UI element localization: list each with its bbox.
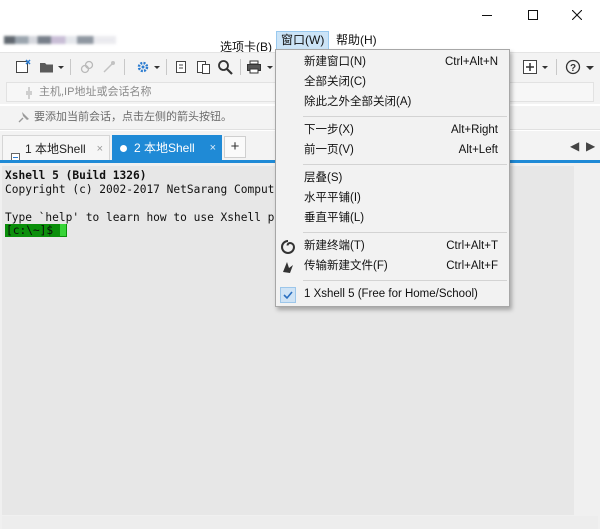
prompt-text: [c:\~]$: [6, 224, 60, 237]
menu-window[interactable]: 窗口(W): [276, 31, 330, 50]
paste-button[interactable]: [194, 58, 212, 76]
menu-item-label: 下一步(X): [304, 124, 354, 136]
hint-text: 要添加当前会话，点击左侧的箭头按钮。: [34, 111, 232, 123]
close-icon: [572, 10, 582, 20]
disabled-tool-button-2[interactable]: [100, 58, 118, 76]
window-menu-dropdown: 新建窗口(N) Ctrl+Alt+N 全部关闭(C) 除此之外全部关闭(A) 下…: [275, 49, 510, 307]
new-session-icon: [16, 59, 31, 73]
menu-bar: 选项卡(B) 窗口(W) 帮助(H): [0, 30, 600, 54]
printer-icon: [247, 60, 273, 74]
menu-item-label: 水平平铺(I): [304, 192, 361, 204]
new-tab-button[interactable]: +: [224, 136, 246, 158]
transfer-file-icon: [280, 259, 296, 275]
paste-icon: [197, 61, 210, 74]
add-button[interactable]: [522, 58, 550, 76]
toolbar-separator: [70, 59, 71, 75]
title-bar: [0, 0, 600, 30]
menu-item-label: 前一页(V): [304, 144, 354, 156]
menu-item-window-xshell5[interactable]: 1 Xshell 5 (Free for Home/School): [277, 284, 508, 305]
gear-icon: [137, 61, 160, 73]
help-button[interactable]: ?: [564, 58, 582, 76]
tab-close-icon[interactable]: ×: [97, 136, 103, 162]
menu-item-close-others[interactable]: 除此之外全部关闭(A): [277, 92, 508, 113]
find-button[interactable]: [216, 58, 234, 76]
minimize-icon: [482, 15, 492, 16]
vertical-scrollbar[interactable]: [576, 166, 598, 515]
menu-item-shortcut: Ctrl+Alt+F: [446, 260, 498, 272]
minimize-button[interactable]: [464, 0, 510, 30]
chevron-down-icon: [586, 66, 594, 70]
open-folder-button[interactable]: [38, 58, 66, 76]
tab-local-shell-2[interactable]: 2 本地Shell ×: [112, 135, 222, 161]
menu-item-tile-vertical[interactable]: 垂直平铺(L): [277, 208, 508, 229]
tab-local-shell-1[interactable]: 1 本地Shell ×: [2, 135, 110, 162]
menu-item-shortcut: Ctrl+Alt+T: [446, 240, 498, 252]
disabled-tool-button[interactable]: [78, 58, 96, 76]
tab-label: 2 本地Shell: [134, 141, 195, 155]
menu-item-label: 1 Xshell 5 (Free for Home/School): [304, 288, 478, 300]
toolbar-separator: [556, 59, 557, 75]
menu-item-new-terminal[interactable]: 新建终端(T) Ctrl+Alt+T: [277, 236, 508, 257]
menu-item-label: 除此之外全部关闭(A): [304, 96, 412, 108]
terminal-line: Type `help' to learn how to use Xshell p…: [5, 211, 288, 224]
settings-button[interactable]: [134, 58, 162, 76]
checkmark-icon: [280, 287, 296, 303]
pin-icon: [18, 111, 30, 126]
menu-item-shortcut: Alt+Left: [458, 144, 498, 156]
menu-item-label: 层叠(S): [304, 172, 343, 184]
terminal-line: Copyright (c) 2002-2017 NetSarang Comput…: [5, 183, 288, 196]
menu-item-previous[interactable]: 前一页(V) Alt+Left: [277, 140, 508, 161]
menu-item-close-all[interactable]: 全部关闭(C): [277, 72, 508, 93]
maximize-icon: [528, 10, 538, 20]
menu-help[interactable]: 帮助(H): [332, 31, 381, 50]
search-icon: [218, 60, 233, 75]
menu-separator: [303, 164, 507, 165]
folder-icon: [40, 63, 64, 73]
print-button[interactable]: [246, 58, 274, 76]
menu-item-next[interactable]: 下一步(X) Alt+Right: [277, 120, 508, 141]
menu-item-label: 新建终端(T): [304, 240, 365, 252]
close-button[interactable]: [554, 0, 600, 30]
menu-item-cascade[interactable]: 层叠(S): [277, 168, 508, 189]
toolbar-overflow-button[interactable]: [584, 58, 596, 76]
tab-label: 1 本地Shell: [25, 142, 86, 156]
menu-item-shortcut: Alt+Right: [451, 124, 498, 136]
menu-item-label: 垂直平铺(L): [304, 212, 365, 224]
terminal-line: Xshell 5 (Build 1326): [5, 169, 147, 182]
tab-close-icon[interactable]: ×: [210, 135, 216, 161]
shell-prompt: [c:\~]$: [5, 224, 67, 237]
add-box-icon: [523, 60, 548, 74]
toolbar-separator: [240, 59, 241, 75]
link-icon: [80, 60, 94, 74]
svg-text:?: ?: [570, 63, 576, 74]
obscured-menu-items: [4, 36, 116, 44]
help-icon: ?: [565, 59, 581, 75]
copy-icon: [176, 61, 186, 73]
tab-next-button[interactable]: ▶: [586, 139, 595, 153]
menu-separator: [303, 116, 507, 117]
menu-item-tile-horizontal[interactable]: 水平平铺(I): [277, 188, 508, 209]
unlink-icon: [103, 61, 115, 73]
active-session-icon: [120, 145, 127, 152]
terminal-swirl-icon: [280, 239, 296, 255]
terminal-cursor: [59, 224, 66, 236]
address-placeholder: 主机,IP地址或会话名称: [39, 86, 152, 98]
copy-button[interactable]: [172, 58, 190, 76]
new-session-button[interactable]: [14, 58, 32, 76]
menu-separator: [303, 280, 507, 281]
menu-item-new-window[interactable]: 新建窗口(N) Ctrl+Alt+N: [277, 52, 508, 73]
toolbar-separator: [166, 59, 167, 75]
menu-item-label: 新建窗口(N): [304, 56, 366, 68]
menu-item-transfer-file[interactable]: 传输新建文件(F) Ctrl+Alt+F: [277, 256, 508, 277]
address-bar-icon: [25, 87, 33, 102]
menu-item-label: 传输新建文件(F): [304, 260, 388, 272]
menu-item-label: 全部关闭(C): [304, 76, 366, 88]
horizontal-scrollbar[interactable]: [2, 516, 598, 529]
tab-prev-button[interactable]: ◀: [570, 139, 579, 153]
menu-separator: [303, 232, 507, 233]
xshell-window: 选项卡(B) 窗口(W) 帮助(H) ? 主机,IP地址或会话名称 要添加当前会…: [0, 0, 600, 529]
maximize-button[interactable]: [510, 0, 556, 30]
toolbar-separator: [124, 59, 125, 75]
menu-item-shortcut: Ctrl+Alt+N: [444, 56, 498, 68]
